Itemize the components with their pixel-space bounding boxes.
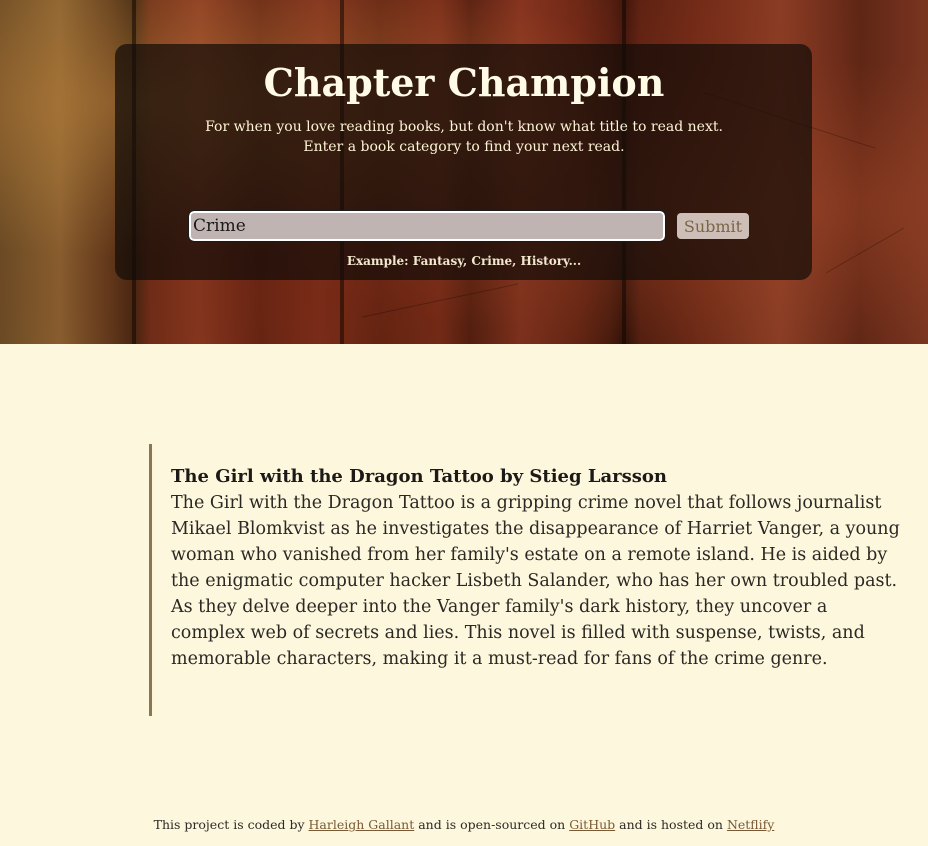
hosting-link[interactable]: Netflify <box>727 817 774 832</box>
recommendation-title: The Girl with the Dragon Tattoo by Stieg… <box>171 466 667 487</box>
subtitle-line-2: Enter a book category to find your next … <box>303 139 625 155</box>
subtitle-line-1: For when you love reading books, but don… <box>205 119 723 135</box>
footer-text: and is hosted on <box>615 817 727 832</box>
footer-text: This project is coded by <box>153 817 309 832</box>
leather-texture <box>361 283 519 318</box>
submit-button[interactable]: Submit <box>677 213 749 239</box>
category-search-input[interactable] <box>188 210 666 242</box>
github-link[interactable]: GitHub <box>569 817 615 832</box>
search-hint: Example: Fantasy, Crime, History... <box>346 254 582 268</box>
author-link[interactable]: Harleigh Gallant <box>309 817 415 832</box>
recommendation-description: The Girl with the Dragon Tattoo is a gri… <box>171 493 900 669</box>
footer: This project is coded by Harleigh Gallan… <box>0 815 928 835</box>
recommendation-card: The Girl with the Dragon Tattoo by Stieg… <box>149 444 909 716</box>
page-title: Chapter Champion <box>263 60 665 105</box>
footer-text: and is open-sourced on <box>414 817 570 832</box>
